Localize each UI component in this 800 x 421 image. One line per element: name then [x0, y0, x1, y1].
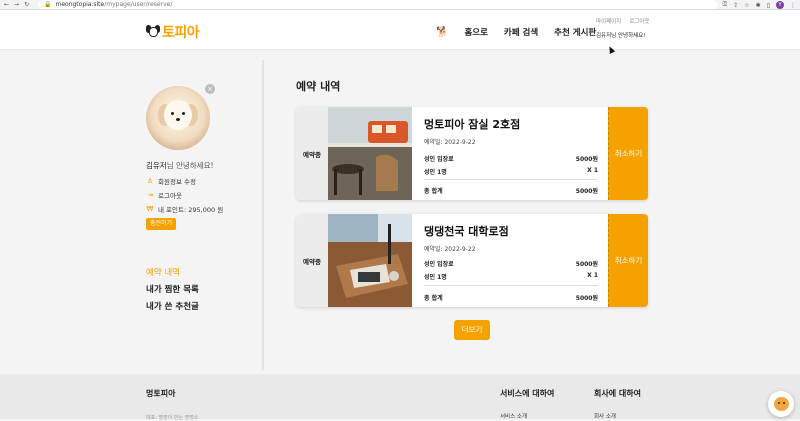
fee-value: 5000원 — [575, 261, 598, 268]
fee-value: 5000원 — [575, 156, 598, 163]
site-logo[interactable]: 토피아 — [146, 22, 200, 42]
reservation-card: 예약중 댕댕천국 대학로점 예약일: 2022-9-22 성인 입장료 5000… — [296, 214, 648, 307]
cancel-button[interactable]: 취소하기 — [608, 107, 648, 200]
mypage-sidebar: × 김유저님 안녕하세요! ♙ 회원정보 수정 ⇥ 로그아웃 ₩ 내 포인트: … — [132, 60, 264, 370]
store-name: 댕댕천국 대학로점 — [424, 225, 509, 238]
cafe-photo — [328, 107, 412, 200]
divider — [424, 179, 598, 180]
divider — [424, 285, 598, 286]
nav-home[interactable]: 홈으로 — [464, 26, 487, 38]
reload-icon[interactable]: ↻ — [24, 1, 29, 8]
count-label: 성인 1명 — [424, 169, 447, 176]
charge-button[interactable]: 충전하기 — [146, 218, 176, 230]
browser-toolbar: ← → ↻ 🔒 meongtopia.site/mypage/user/rese… — [0, 0, 800, 10]
total-row: 총 합계 5000원 — [424, 293, 598, 302]
reservation-info: 멍토피아 잠실 2호점 예약일: 2022-9-22 성인 입장료 5000원 … — [420, 107, 598, 200]
won-icon: ₩ — [146, 205, 154, 213]
count-row: 성인 1명 X 1 — [424, 167, 598, 176]
store-name: 멍토피아 잠실 2호점 — [424, 118, 521, 131]
cafe-photo — [328, 214, 412, 307]
reservation-date: 예약일: 2022-9-22 — [424, 246, 476, 253]
key-icon[interactable]: ⚿ — [723, 1, 728, 9]
status-badge: 예약중 — [296, 214, 328, 307]
extensions-icon[interactable]: ✱ — [756, 2, 761, 9]
reservation-card: 예약중 멍토피아 잠실 2호점 예약일: 2022-9-22 성인 입장료 50… — [296, 107, 648, 200]
reservation-info: 댕댕천국 대학로점 예약일: 2022-9-22 성인 입장료 5000원 성인… — [420, 214, 598, 307]
fee-row: 성인 입장료 5000원 — [424, 154, 598, 163]
profile-avatar[interactable]: Y — [776, 1, 784, 9]
address-bar[interactable]: 🔒 meongtopia.site/mypage/user/reserve/ — [38, 0, 718, 9]
edit-profile-link[interactable]: ♙ 회원정보 수정 — [146, 176, 196, 186]
footer-col-service: 서비스에 대하여 — [500, 389, 555, 398]
browser-tools: ⚿ ⇪ ☆ ✱ ▯ Y ⋮ — [723, 0, 796, 10]
footer-brand: 멍토피아 — [146, 389, 176, 398]
main-nav: 🐕 홈으로 카페 검색 추천 게시판 — [436, 26, 596, 39]
nav-cafe-search[interactable]: 카페 검색 — [504, 26, 538, 38]
menu-icon[interactable]: ⋮ — [790, 2, 796, 9]
total-label: 총 합계 — [424, 188, 443, 195]
count-row: 성인 1명 X 1 — [424, 272, 598, 281]
header-user-box: 마이페이지 로그아웃 김유저님 안녕하세요! — [596, 17, 666, 39]
status-badge: 예약중 — [296, 107, 328, 200]
lock-icon: 🔒 — [44, 1, 52, 8]
footer-col-company: 회사에 대하여 — [594, 389, 641, 398]
greeting-suffix: 님 안녕하세요! — [166, 161, 214, 170]
mypage-link[interactable]: 마이페이지 — [596, 17, 621, 25]
url-host: meongtopia.site — [55, 1, 105, 8]
user-icon: ♙ — [146, 177, 154, 185]
sidebar-item-my-posts[interactable]: 내가 쓴 추천글 — [146, 300, 199, 312]
sidebar-greeting: 김유저님 안녕하세요! — [146, 160, 214, 171]
total-label: 총 합계 — [424, 295, 443, 302]
reservation-date: 예약일: 2022-9-22 — [424, 139, 476, 146]
logout-link[interactable]: 로그아웃 — [629, 17, 649, 25]
load-more-button[interactable]: 더보기 — [454, 320, 490, 340]
count-label: 성인 1명 — [424, 274, 447, 281]
sidebar-logout-link[interactable]: ⇥ 로그아웃 — [146, 190, 182, 200]
logo-text: 토피아 — [162, 25, 200, 41]
sidebar-logout-label: 로그아웃 — [158, 192, 182, 200]
cancel-button[interactable]: 취소하기 — [608, 214, 648, 307]
total-value: 5000원 — [575, 295, 598, 302]
share-icon[interactable]: ⇪ — [733, 2, 738, 9]
star-icon[interactable]: ☆ — [744, 2, 749, 9]
remove-photo-icon[interactable]: × — [205, 84, 215, 94]
total-value: 5000원 — [575, 188, 598, 195]
points-display: ₩ 내 포인트: 295,000 원 — [146, 204, 224, 214]
profile-photo — [146, 86, 210, 150]
site-footer: 멍토피아 대표: 멍멍이 만는 멍멍스 서비스에 대하여 서비스 소개 회사에 … — [0, 374, 800, 421]
dog-chat-icon — [773, 397, 789, 411]
sidebar-item-wishlist[interactable]: 내가 찜한 목록 — [146, 283, 199, 295]
dog-nav-icon: 🐕 — [436, 26, 449, 38]
url-path: /mypage/user/reserve/ — [104, 1, 173, 8]
back-icon[interactable]: ← — [4, 1, 9, 8]
sidebar-item-reservations[interactable]: 예약 내역 — [146, 266, 180, 278]
logout-icon: ⇥ — [147, 191, 153, 199]
user-name: 김유저 — [146, 161, 167, 170]
edit-profile-label: 회원정보 수정 — [158, 178, 196, 186]
total-row: 총 합계 5000원 — [424, 186, 598, 195]
site-header: 토피아 🐕 홈으로 카페 검색 추천 게시판 마이페이지 로그아웃 김유저님 안… — [0, 10, 800, 50]
header-greeting: 김유저님 안녕하세요! — [596, 33, 646, 39]
page-title: 예약 내역 — [296, 80, 341, 93]
fee-label: 성인 입장료 — [424, 261, 454, 268]
fee-label: 성인 입장료 — [424, 156, 454, 163]
count-value: X 1 — [587, 167, 598, 174]
footer-fine-print: 대표: 멍멍이 만는 멍멍스 — [146, 415, 199, 421]
browser-nav: ← → ↻ — [0, 1, 38, 8]
dog-logo-icon — [146, 24, 160, 40]
sidepanel-icon[interactable]: ▯ — [767, 2, 770, 9]
count-value: X 1 — [587, 272, 598, 279]
points-label: 내 포인트: 295,000 원 — [158, 206, 224, 214]
forward-icon[interactable]: → — [14, 1, 19, 8]
nav-recommend-board[interactable]: 추천 게시판 — [554, 26, 596, 38]
chat-button[interactable] — [768, 391, 794, 417]
fee-row: 성인 입장료 5000원 — [424, 259, 598, 268]
